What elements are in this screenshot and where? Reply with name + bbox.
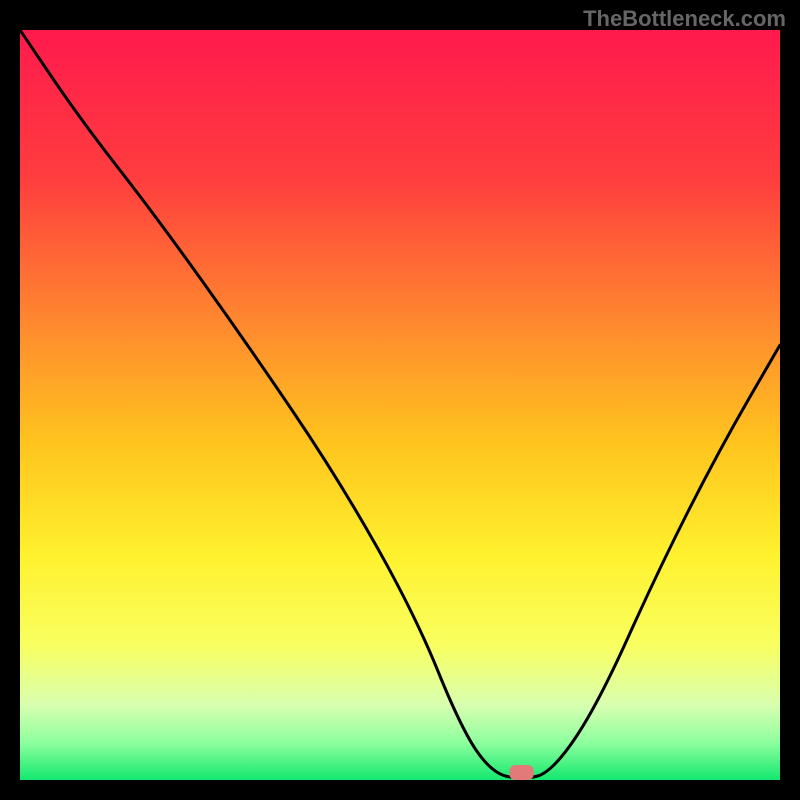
chart-container: TheBottleneck.com xyxy=(0,0,800,800)
chart-svg xyxy=(20,30,780,780)
watermark-text: TheBottleneck.com xyxy=(583,6,786,32)
optimal-marker xyxy=(509,765,533,780)
plot-area xyxy=(20,30,780,780)
gradient-background xyxy=(20,30,780,780)
